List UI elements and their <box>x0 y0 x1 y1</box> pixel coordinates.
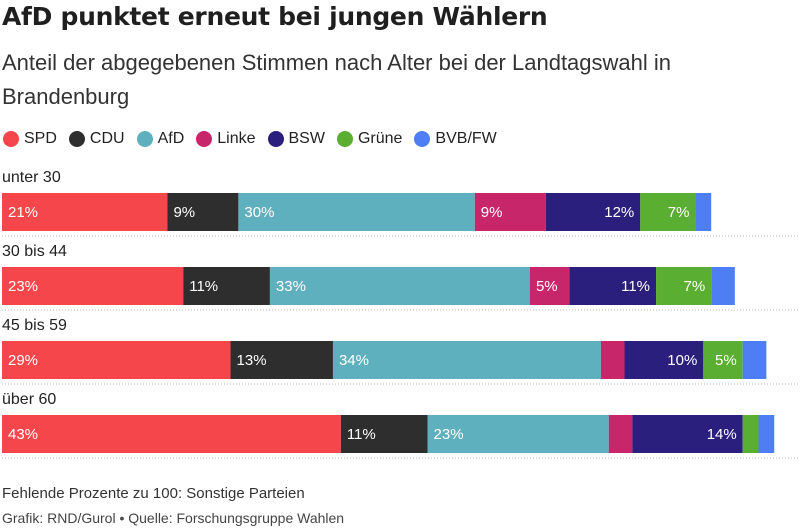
bar-segment <box>332 341 601 379</box>
legend-swatch <box>3 131 19 147</box>
data-label: 9% <box>173 204 195 221</box>
data-label: 11% <box>189 278 218 295</box>
legend-swatch <box>136 131 153 147</box>
data-label: 23% <box>8 278 38 295</box>
category-label: 45 bis 59 <box>2 317 67 334</box>
footnote: Fehlende Prozente zu 100: Sonstige Parte… <box>2 485 305 502</box>
legend-swatch <box>414 131 431 147</box>
bar-segment <box>758 415 775 453</box>
legend-item-cdu: CDU <box>68 130 125 148</box>
data-label: 29% <box>8 352 38 369</box>
legend-swatch <box>336 131 353 147</box>
data-label: 34% <box>339 352 369 369</box>
bar-segment <box>600 341 625 379</box>
legend-label: Grüne <box>357 130 403 147</box>
legend-item-bsw: BSW <box>267 130 325 148</box>
data-label: 12% <box>604 204 634 221</box>
data-label: 5% <box>536 278 558 295</box>
data-label: 21% <box>8 204 38 221</box>
data-label: 33% <box>276 278 306 295</box>
legend-item-gr-ne: Grüne <box>336 130 403 148</box>
category-label: 30 bis 44 <box>2 243 67 260</box>
data-label: 7% <box>684 278 706 295</box>
legend-label: BVB/FW <box>435 130 497 147</box>
legend-swatch <box>68 131 85 147</box>
data-label: 9% <box>481 204 503 221</box>
data-label: 30% <box>244 204 274 221</box>
data-label: 5% <box>715 352 737 369</box>
category-label: über 60 <box>2 391 56 408</box>
data-label: 11% <box>621 278 650 295</box>
bar-segment <box>2 415 341 453</box>
legend-label: Linke <box>217 130 256 147</box>
source-line: Grafik: RND/Gurol • Quelle: Forschungsgr… <box>2 510 345 526</box>
bar-segment <box>269 267 530 305</box>
data-label: 23% <box>434 426 464 443</box>
legend-item-linke: Linke <box>196 130 256 148</box>
data-label: 11% <box>347 426 376 443</box>
legend-label: CDU <box>89 130 125 147</box>
category-label: unter 30 <box>2 169 61 186</box>
legend-item-afd: AfD <box>136 130 185 148</box>
legend-item-bvb-fw: BVB/FW <box>414 130 497 148</box>
data-label: 10% <box>667 352 697 369</box>
data-label: 13% <box>237 352 267 369</box>
bar-segment <box>695 193 712 231</box>
legend: SPD CDU AfD Linke BSW Grüne BVB/FW <box>3 130 509 148</box>
data-label: 7% <box>668 204 690 221</box>
bar-segment <box>711 267 735 305</box>
data-label: 14% <box>707 426 737 443</box>
chart-title: AfD punktet erneut bei jungen Wählern <box>2 2 548 31</box>
bar-segment <box>742 341 767 379</box>
bar-segment <box>742 415 759 453</box>
bar-segment <box>608 415 633 453</box>
data-label: 43% <box>8 426 38 443</box>
legend-label: SPD <box>24 130 57 147</box>
legend-label: BSW <box>288 130 325 147</box>
legend-swatch <box>196 131 213 147</box>
legend-label: AfD <box>157 130 185 147</box>
chart-subtitle: Anteil der abgegebenen Stimmen nach Alte… <box>2 50 672 109</box>
legend-swatch <box>267 131 284 147</box>
stacked-bar-chart: unter 30 21% 9% 30% 9% 12% 7% 30 bis 44 23% 11% 33… <box>2 169 798 459</box>
legend-item-spd: SPD <box>3 130 57 148</box>
